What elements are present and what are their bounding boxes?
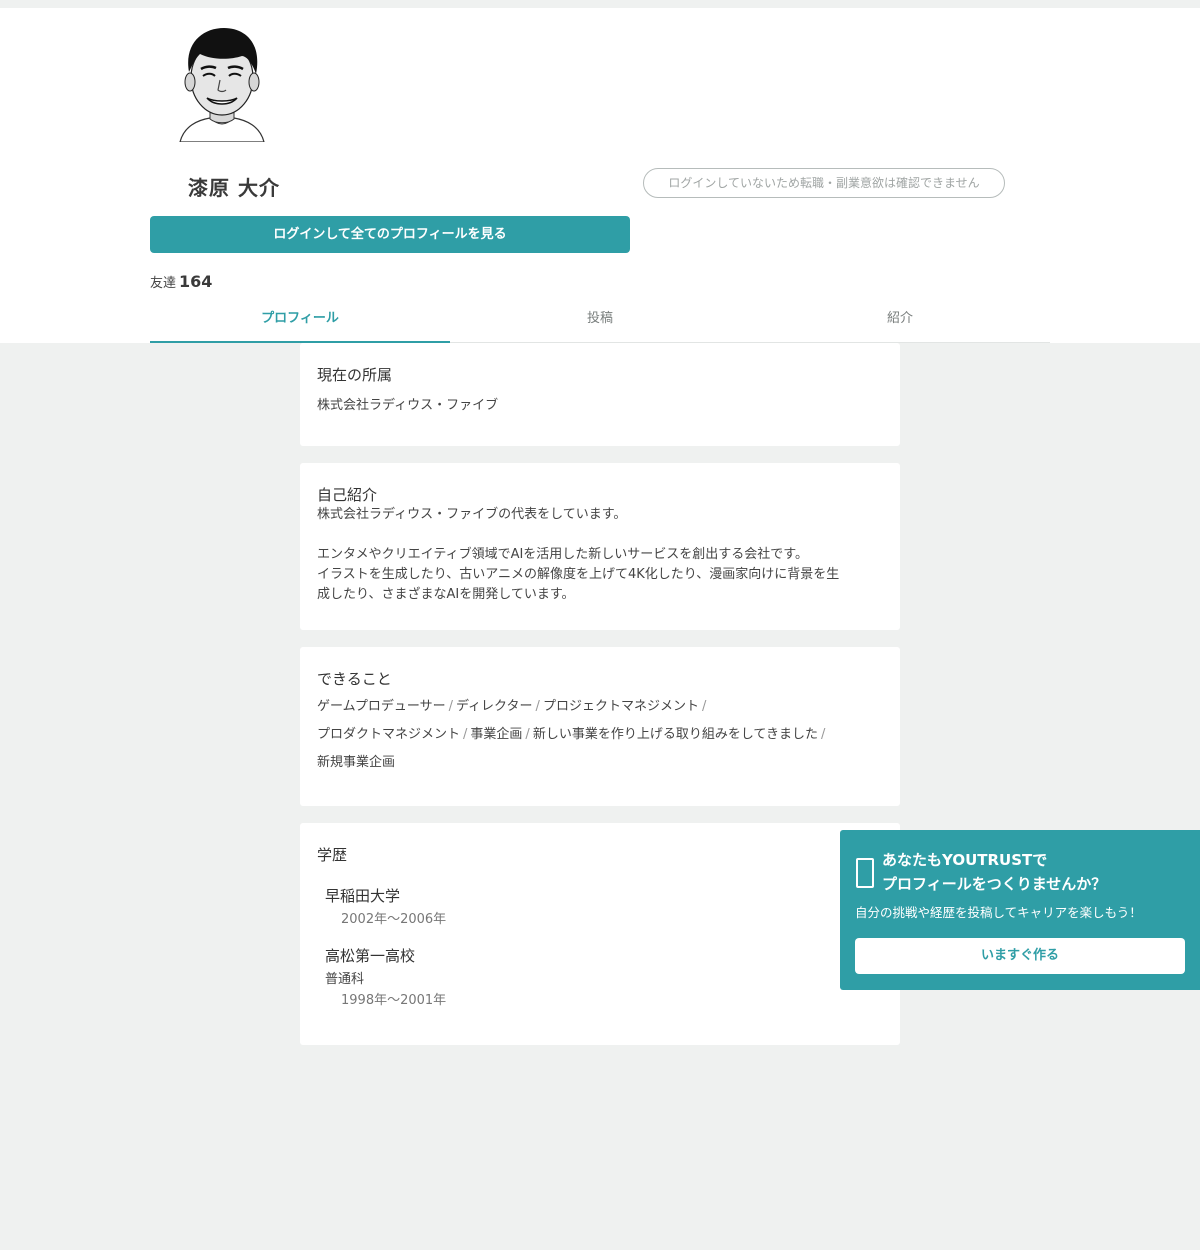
skill-separator: / xyxy=(448,699,453,714)
education-item: 早稲田大学 2002年〜2006年 xyxy=(325,885,883,927)
top-strip xyxy=(0,0,1200,8)
cta-title-line-2: プロフィールをつくりませんか？ xyxy=(882,875,1107,893)
create-now-button[interactable]: いますぐ作る xyxy=(855,938,1185,974)
skill-item: プロジェクトマネジメント xyxy=(542,699,699,714)
skill-item: ディレクター xyxy=(455,699,533,714)
skill-separator: / xyxy=(701,699,707,714)
user-name: 漆原 大介 xyxy=(188,176,280,200)
intro-line-2: エンタメやクリエイティブ領域でAIを活用した新しいサービスを創出する会社です。 xyxy=(317,547,808,562)
skill-item: 新規事業企画 xyxy=(317,755,396,770)
skill-item: ゲームプロデューサー xyxy=(317,699,446,714)
skill-item: 事業企画 xyxy=(470,727,523,742)
school-period: 1998年〜2001年 xyxy=(341,993,447,1008)
intro-line-4: 成したり、さまざまなAIを開発しています。 xyxy=(317,587,575,602)
tab-profile[interactable]: プロフィール xyxy=(150,306,450,343)
education-card: 学歴 早稲田大学 2002年〜2006年 高松第一高校 普通科 1998年〜20… xyxy=(300,823,900,1045)
intro-line-3: イラストを生成したり、古いアニメの解像度を上げて4K化したり、漫画家向けに背景を… xyxy=(317,567,840,582)
school-name: 高松第一高校 xyxy=(325,947,416,965)
friends-count[interactable]: 友達 164 xyxy=(150,272,212,291)
smartphone-icon xyxy=(856,858,874,888)
tab-posts[interactable]: 投稿 xyxy=(450,306,750,342)
skill-separator: / xyxy=(463,727,468,742)
friends-label: 友達 xyxy=(150,276,177,291)
cta-subtitle: 自分の挑戦や経歴を投稿してキャリアを楽しもう！ xyxy=(855,905,1142,920)
skills-card: できること ゲームプロデューサー / ディレクター / プロジェクトマネジメント / プロ… xyxy=(300,647,900,806)
skill-item: プロダクトマネジメント xyxy=(317,727,461,742)
school-name: 早稲田大学 xyxy=(325,887,401,905)
intro-line-1: 株式会社ラディウス・ファイブの代表をしています。 xyxy=(317,507,627,522)
profile-tabs: プロフィール 投稿 紹介 xyxy=(150,306,1050,343)
job-status-badge: ログインしていないため転職・副業意欲は確認できません xyxy=(643,168,1005,198)
school-period: 2002年〜2006年 xyxy=(341,912,447,927)
tab-referrals[interactable]: 紹介 xyxy=(750,306,1050,342)
skill-separator: / xyxy=(821,727,826,742)
avatar xyxy=(179,28,265,142)
skill-separator: / xyxy=(525,727,530,742)
intro-title: 自己紹介 xyxy=(317,486,378,504)
skills-list: ゲームプロデューサー / ディレクター / プロジェクトマネジメント / プロダクトマネジ… xyxy=(317,693,877,777)
affiliation-card: 現在の所属 株式会社ラディウス・ファイブ xyxy=(300,343,900,446)
profile-header: 漆原 大介 ログインしていないため転職・副業意欲は確認できません ログインして全… xyxy=(0,8,1200,343)
intro-card: 自己紹介 株式会社ラディウス・ファイブの代表をしています。 エンタメやクリエイテ… xyxy=(300,463,900,630)
affiliation-title: 現在の所属 xyxy=(317,366,393,384)
cta-title-line-1: あなたもYOUTRUSTで xyxy=(882,851,1048,869)
skill-separator: / xyxy=(535,699,540,714)
skills-title: できること xyxy=(317,670,392,688)
education-title: 学歴 xyxy=(317,846,348,864)
skill-item: 新しい事業を作り上げる取り組みをしてきました xyxy=(532,727,819,742)
friends-number: 164 xyxy=(179,272,213,291)
education-item: 高松第一高校 普通科 1998年〜2001年 xyxy=(325,945,883,1008)
school-department: 普通科 xyxy=(325,972,365,987)
affiliation-value: 株式会社ラディウス・ファイブ xyxy=(317,398,499,413)
login-view-profile-button[interactable]: ログインして全てのプロフィールを見る xyxy=(150,216,630,253)
cta-title: あなたもYOUTRUSTで プロフィールをつくりませんか？ xyxy=(882,848,1106,896)
signup-cta-banner: あなたもYOUTRUSTで プロフィールをつくりませんか？ 自分の挑戦や経歴を投… xyxy=(840,830,1200,990)
